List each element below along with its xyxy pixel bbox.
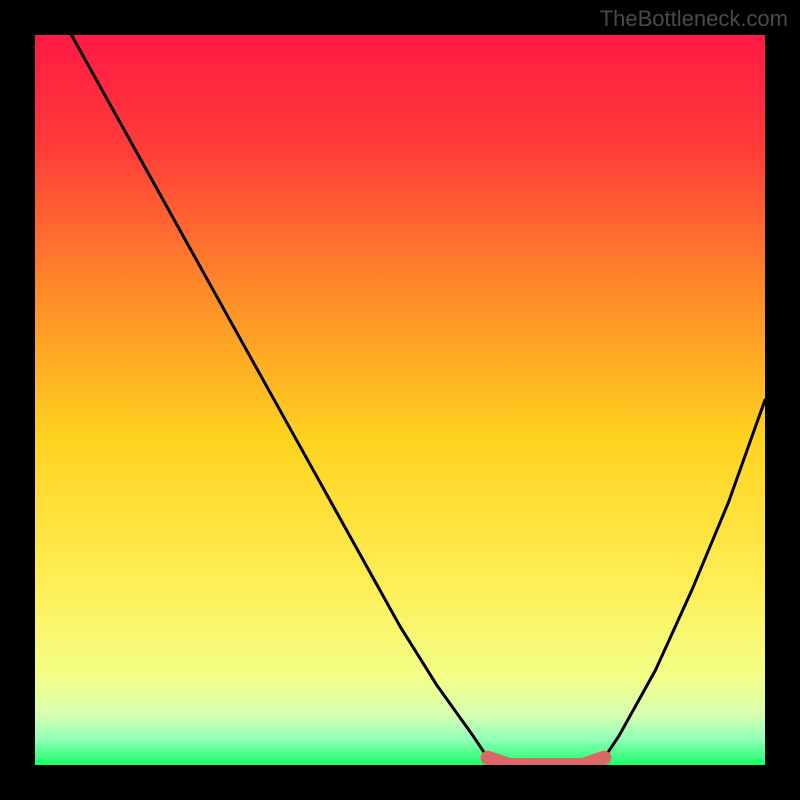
chart-plot-area — [35, 35, 765, 765]
optimal-marker — [488, 758, 605, 765]
attribution-text: TheBottleneck.com — [600, 6, 788, 32]
chart-svg — [35, 35, 765, 765]
chart-background — [35, 35, 765, 765]
